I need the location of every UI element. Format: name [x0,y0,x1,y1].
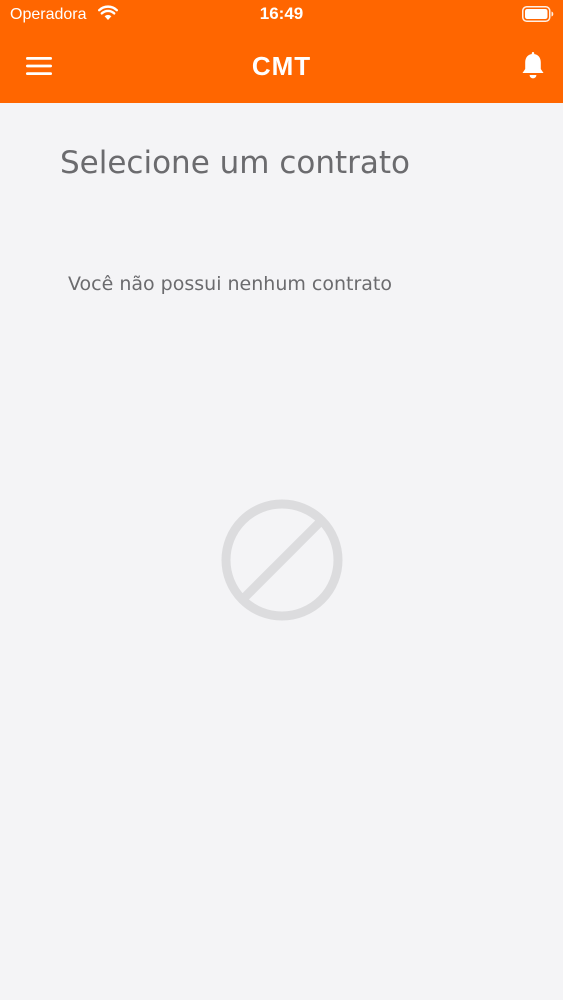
app-header: Operadora 16:49 CMT [0,0,563,103]
empty-state-message: Você não possui nenhum contrato [68,273,393,295]
app-title: CMT [251,51,312,81]
page-title: Selecione um contrato [60,145,411,181]
status-bar: Operadora 16:49 [0,0,563,30]
prohibited-icon [221,499,343,621]
clock-time: 16:49 [259,4,304,23]
notifications-button[interactable] [514,48,552,84]
battery-icon [522,6,554,22]
bell-icon [522,52,544,79]
navigation-bar: CMT [0,30,563,103]
